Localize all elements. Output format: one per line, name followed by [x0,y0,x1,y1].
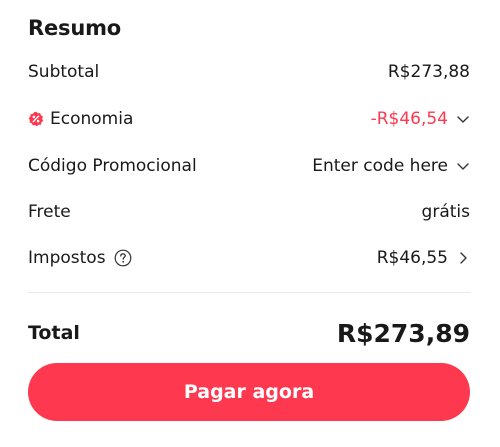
summary-title: Resumo [28,16,121,40]
promo-code-row[interactable]: Código Promocional Enter code here [28,152,470,180]
total-label: Total [28,322,80,344]
taxes-value: R$46,55 [376,248,448,268]
pay-now-button[interactable]: Pagar agora [28,363,470,421]
taxes-label: Impostos [28,248,106,268]
savings-value: -R$46,54 [370,109,448,129]
promo-code-input[interactable]: Enter code here [312,156,448,176]
taxes-row[interactable]: Impostos R$46,55 [28,244,470,272]
savings-row[interactable]: Economia -R$46,54 [28,105,470,133]
discount-badge-icon [28,111,44,127]
total-row: Total R$273,89 [28,315,470,351]
promo-code-label: Código Promocional [28,156,197,176]
shipping-value: grátis [421,202,470,222]
chevron-down-icon[interactable] [456,159,470,173]
question-circle-icon[interactable] [114,249,132,267]
subtotal-label: Subtotal [28,62,100,82]
savings-label: Economia [50,109,134,129]
subtotal-row: Subtotal R$273,88 [28,58,470,86]
subtotal-value: R$273,88 [387,62,470,82]
total-value: R$273,89 [336,318,470,348]
shipping-row: Frete grátis [28,198,470,226]
order-summary-panel: Resumo Subtotal R$273,88 Economia -R$46,… [0,0,500,447]
shipping-label: Frete [28,202,71,222]
summary-divider [28,292,470,293]
chevron-right-icon[interactable] [456,251,470,265]
chevron-down-icon[interactable] [456,112,470,126]
